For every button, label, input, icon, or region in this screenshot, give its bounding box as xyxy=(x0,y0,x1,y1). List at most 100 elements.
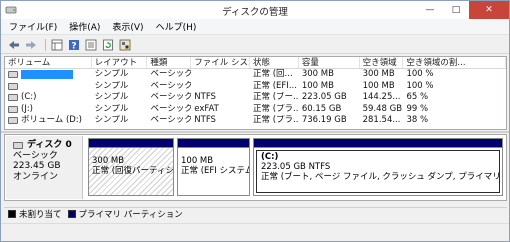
menu-bar: ファイル(F) 操作(A) 表示(V) ヘルプ(H) xyxy=(1,19,509,35)
volume-cell: (J:) xyxy=(5,104,92,116)
cell-free-percent: 38 % xyxy=(406,115,429,125)
disk-name-row: ディスク 0 xyxy=(13,140,82,151)
cell-free-space: 144.25... xyxy=(362,92,401,102)
legend: 未割り当て プライマリ パーティション xyxy=(4,207,507,220)
disk-size: 223.45 GB xyxy=(13,161,61,171)
cell-filesystem: NTFS xyxy=(194,92,216,102)
table-row[interactable]: ボリューム (D:) シンプル ベーシック NTFS 正常 (プラ... 736… xyxy=(5,115,506,127)
volume-drive-icon xyxy=(8,71,18,79)
partition-body: 300 MB 正常 (回復パーティション) xyxy=(89,148,173,195)
column-header-layout[interactable]: レイアウト xyxy=(92,57,148,68)
cell-status: 正常 (回... xyxy=(253,69,293,79)
column-header-status[interactable]: 状態 xyxy=(250,57,299,68)
cell-type: ベーシック xyxy=(150,92,192,102)
primary-partition-swatch xyxy=(67,210,76,218)
cell-type: ベーシック xyxy=(150,80,192,91)
cell-free-percent: 100 % xyxy=(406,69,434,79)
partition-status: 正常 (EFI システム xyxy=(181,166,249,176)
column-header-volume[interactable]: ボリューム xyxy=(5,57,92,68)
cell-free-percent: 100 % xyxy=(406,80,434,91)
table-row[interactable]: (C:) シンプル ベーシック NTFS 正常 (ブー... 223.05 GB… xyxy=(5,92,506,104)
disk-management-window: ディスクの管理 — □ ✕ ファイル(F) 操作(A) 表示(V) ヘルプ(H)… xyxy=(0,0,510,242)
column-header-capacity[interactable]: 容量 xyxy=(299,57,360,68)
volume-cell: (C:) xyxy=(5,92,92,104)
svg-text:?: ? xyxy=(71,41,76,51)
menu-action[interactable]: 操作(A) xyxy=(69,20,100,33)
disk-name: ディスク 0 xyxy=(27,140,72,150)
cell-status: 正常 (プラ... xyxy=(253,115,299,125)
cell-type: ベーシック xyxy=(150,115,192,125)
disk-drive-icon xyxy=(13,141,23,149)
cell-capacity: 300 MB xyxy=(301,69,334,79)
volume-drive-icon xyxy=(8,117,18,125)
volume-drive-icon xyxy=(8,82,18,90)
grid-view-icon[interactable] xyxy=(50,38,64,52)
column-header-free-percent[interactable]: 空き領域の割... xyxy=(403,57,506,68)
volume-cell xyxy=(5,81,92,93)
volume-list-header: ボリューム レイアウト 種類 ファイル シス... 状態 容量 空き領域 空き領… xyxy=(5,57,506,69)
partition-size: 100 MB xyxy=(181,156,214,166)
cell-capacity: 223.05 GB xyxy=(301,92,347,102)
close-button[interactable]: ✕ xyxy=(469,1,509,19)
cell-type: ベーシック xyxy=(150,69,192,79)
maximize-button[interactable]: □ xyxy=(443,1,469,19)
partition-bar xyxy=(89,139,173,148)
cell-free-space: 59.48 GB xyxy=(362,103,403,114)
unallocated-swatch xyxy=(8,210,16,218)
toolbar: ? xyxy=(1,36,509,54)
volume-list: ボリューム レイアウト 種類 ファイル シス... 状態 容量 空き領域 空き領… xyxy=(4,56,507,130)
column-header-filesystem[interactable]: ファイル シス... xyxy=(191,57,251,68)
cell-filesystem: exFAT xyxy=(194,103,219,114)
menu-help[interactable]: ヘルプ(H) xyxy=(156,20,197,33)
partition-bar xyxy=(178,139,249,148)
column-header-type[interactable]: 種類 xyxy=(147,57,192,68)
toolbar-separator xyxy=(45,38,46,51)
list-view-icon[interactable] xyxy=(84,38,98,52)
cell-layout: シンプル xyxy=(94,92,129,102)
cell-status: 正常 (EFI... xyxy=(253,80,297,91)
cell-layout: シンプル xyxy=(94,80,129,91)
partition-recovery[interactable]: 300 MB 正常 (回復パーティション) xyxy=(88,138,174,196)
table-row[interactable]: (J:) シンプル ベーシック exFAT 正常 (プラ... 60.15 GB… xyxy=(5,104,506,116)
legend-primary: プライマリ パーティション xyxy=(78,210,183,220)
partition-size: 300 MB xyxy=(92,156,125,166)
menu-file[interactable]: ファイル(F) xyxy=(9,20,57,33)
cell-free-space: 300 MB xyxy=(362,69,395,79)
cell-volume: (J:) xyxy=(21,103,34,114)
table-row[interactable]: シンプル ベーシック 正常 (EFI... 100 MB 100 MB 100 … xyxy=(5,81,506,93)
cell-capacity: 60.15 GB xyxy=(301,103,342,114)
cell-capacity: 736.19 GB xyxy=(301,115,347,125)
cell-filesystem: NTFS xyxy=(194,115,216,125)
volume-cell: ボリューム (D:) xyxy=(5,115,92,127)
partition-status: 正常 (回復パーティション) xyxy=(92,166,173,176)
redacted-volume-name xyxy=(21,70,73,80)
partition-efi[interactable]: 100 MB 正常 (EFI システム xyxy=(177,138,250,196)
disk-map-pane: ディスク 0 ベーシック 223.45 GB オンライン 300 MB 正常 (… xyxy=(4,134,507,201)
help-icon[interactable]: ? xyxy=(67,38,81,52)
column-header-free-space[interactable]: 空き領域 xyxy=(360,57,404,68)
partition-selection-outline xyxy=(256,150,500,193)
forward-arrow-icon[interactable] xyxy=(24,38,38,52)
cell-free-space: 100 MB xyxy=(362,80,395,91)
cell-layout: シンプル xyxy=(94,115,129,125)
properties-icon[interactable] xyxy=(118,38,132,52)
disk-state: オンライン xyxy=(13,171,59,182)
back-arrow-icon[interactable] xyxy=(7,38,21,52)
cell-layout: シンプル xyxy=(94,69,129,79)
volume-drive-icon xyxy=(8,105,18,113)
disk-type: ベーシック xyxy=(13,150,58,161)
pane-splitter[interactable] xyxy=(1,131,509,133)
cell-capacity: 100 MB xyxy=(301,80,334,91)
table-row[interactable]: シンプル ベーシック 正常 (回... 300 MB 300 MB 100 % xyxy=(5,69,506,81)
cell-volume: (C:) xyxy=(21,92,37,102)
volume-cell xyxy=(5,69,92,81)
refresh-icon[interactable] xyxy=(101,38,115,52)
disk-0-info[interactable]: ディスク 0 ベーシック 223.45 GB オンライン xyxy=(6,136,83,199)
partition-c[interactable]: (C:) 223.05 GB NTFS 正常 (ブート, ページ ファイル, ク… xyxy=(253,138,503,196)
minimize-button[interactable]: — xyxy=(417,1,443,19)
cell-status: 正常 (プラ... xyxy=(253,103,299,114)
volume-drive-icon xyxy=(8,94,18,102)
menu-view[interactable]: 表示(V) xyxy=(112,20,143,33)
status-bar xyxy=(1,223,509,241)
cell-volume: ボリューム (D:) xyxy=(21,115,82,125)
